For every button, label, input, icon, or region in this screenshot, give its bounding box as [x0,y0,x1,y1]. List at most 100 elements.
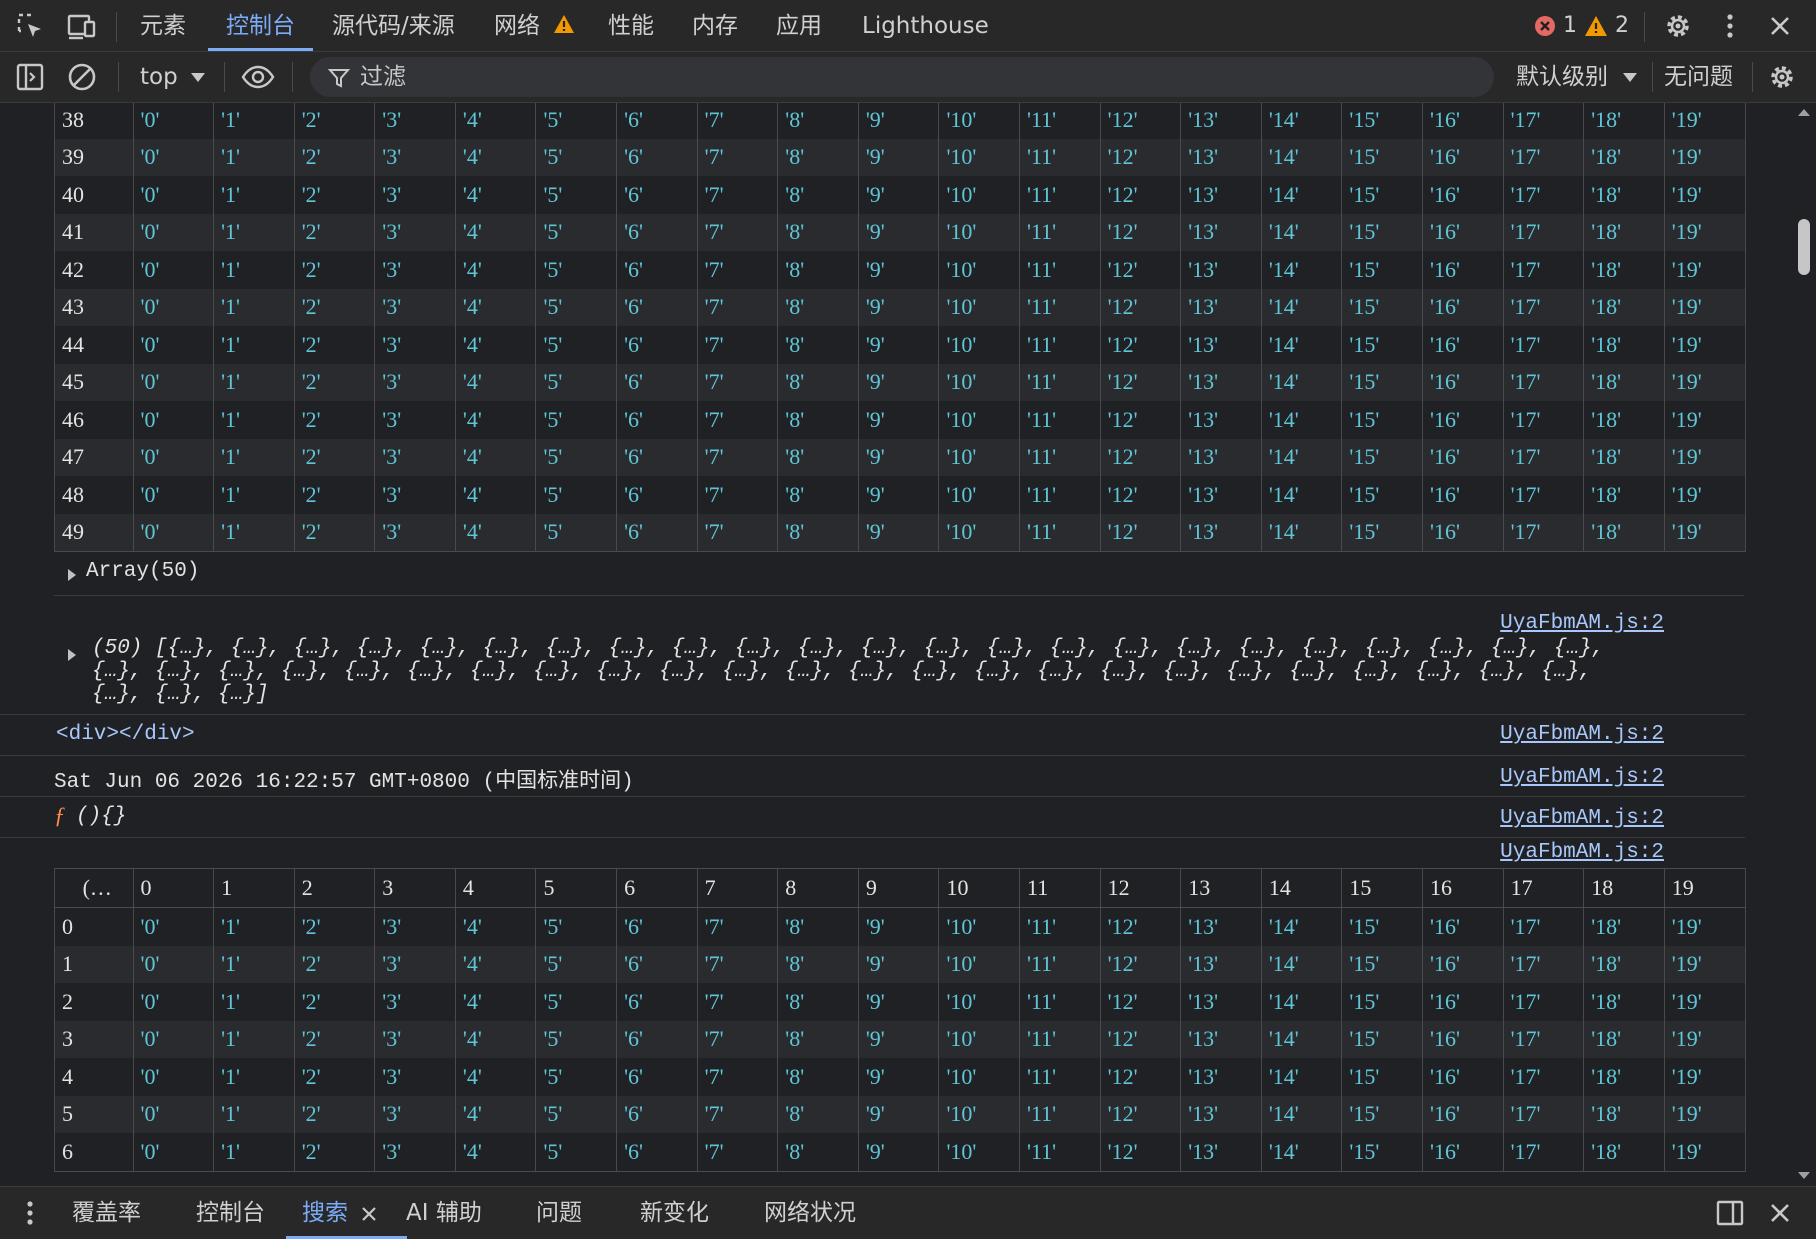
column-header[interactable]: 3 [374,869,456,908]
column-header[interactable]: 18 [1583,869,1665,908]
table-cell: '8' [777,176,859,214]
drawer-tab-coverage[interactable]: 覆盖率 [72,1187,141,1239]
log-levels-dropdown[interactable]: 默认级别 [1516,52,1638,102]
source-link[interactable]: UyaFbmAM.js:2 [1500,807,1664,830]
issues-button[interactable]: 无问题 [1664,52,1733,102]
table-cell: '16' [1422,363,1504,401]
column-header[interactable]: 14 [1261,869,1343,908]
drawer-more-icon[interactable] [12,1195,48,1231]
filter-icon [328,69,350,88]
tab-performance[interactable]: 性能 [608,0,654,51]
column-header[interactable]: 13 [1180,869,1262,908]
table-row: 41'0' '1' '2' '3' '4' '5' '6' '7' '8' '9' '10' '11'… [55,213,1745,251]
scrollbar-thumb[interactable] [1798,219,1810,275]
column-header[interactable]: 0 [133,869,215,908]
scroll-down-icon[interactable] [1797,1171,1811,1181]
scroll-up-icon[interactable] [1797,107,1811,117]
drawer-tab-ai-assistance[interactable]: AI 辅助 [406,1187,482,1239]
table-cell: '8' [777,251,859,289]
settings-gear-icon[interactable] [1660,8,1696,44]
source-link[interactable]: UyaFbmAM.js:2 [1500,766,1664,789]
tab-lighthouse[interactable]: Lighthouse [862,0,989,51]
table-cell: '1' [213,251,295,289]
function-text[interactable]: (){} [76,805,126,828]
source-link[interactable]: UyaFbmAM.js:2 [1500,612,1664,635]
inspect-element-icon[interactable] [12,8,48,44]
table-cell: '12' [1100,983,1182,1021]
drawer-tab-issues[interactable]: 问题 [536,1187,582,1239]
console-table: 38'0' '1' '2' '3' '4' '5' '6' '7' '8' '9' '10' '11'… [54,103,1746,552]
column-header[interactable]: 17 [1503,869,1585,908]
tab-application[interactable]: 应用 [776,0,822,51]
table-cell: '4' [455,983,537,1021]
column-header[interactable]: 4 [455,869,537,908]
filter-input[interactable]: 过滤 [310,57,1494,97]
live-expression-eye-icon[interactable] [240,59,276,95]
table-cell: '5' [535,138,618,176]
table-cell: '11' [1019,513,1101,551]
column-header[interactable]: 1 [213,869,295,908]
console-output[interactable]: 38'0' '1' '2' '3' '4' '5' '6' '7' '8' '9' '10' '11'… [0,103,1816,1186]
table-cell: '3' [374,138,456,176]
scrollbar[interactable] [1790,103,1816,1186]
column-header[interactable]: 16 [1422,869,1504,908]
column-header[interactable]: 6 [616,869,698,908]
drawer-tab-console[interactable]: 控制台 [196,1187,265,1239]
tab-console[interactable]: 控制台 [208,0,313,51]
tab-sources[interactable]: 源代码/来源 [332,0,455,51]
table-cell: '8' [777,513,859,551]
sidebar-toggle-icon[interactable] [12,59,48,95]
more-options-icon[interactable] [1712,8,1748,44]
table-cell: '19' [1671,988,1702,1014]
tab-memory[interactable]: 内存 [692,0,738,51]
drawer-tab-whats-new[interactable]: 新变化 [640,1187,709,1239]
row-index: 44 [55,326,134,364]
column-header[interactable]: 5 [535,869,618,908]
column-header[interactable]: 8 [777,869,859,908]
column-header[interactable]: 2 [294,869,376,908]
column-header[interactable]: 9 [858,869,940,908]
warning-count[interactable]: 2 [1584,0,1629,51]
tab-elements[interactable]: 元素 [140,0,186,51]
table-cell: '19' [1671,1063,1702,1089]
close-tab-icon[interactable] [361,1206,377,1222]
table-cell: '16' [1422,176,1504,214]
dock-side-icon[interactable] [1712,1195,1748,1231]
index-column-header[interactable]: (… [55,869,134,908]
table-cell: '8' [777,1095,859,1133]
column-header[interactable]: 12 [1100,869,1182,908]
close-devtools-icon[interactable] [1762,8,1798,44]
table-cell: '13' [1180,326,1262,364]
dom-node[interactable]: <div></div> [56,723,195,746]
table-cell: '1' [213,476,295,514]
clear-console-icon[interactable] [64,59,100,95]
table-cell: '9' [858,945,940,983]
expand-arrow-icon[interactable] [68,649,76,661]
table-cell: '12' [1100,103,1182,139]
table-cell: '17' [1503,1020,1585,1058]
table-cell: '14' [1261,288,1343,326]
close-drawer-icon[interactable] [1762,1195,1798,1231]
column-header[interactable]: 11 [1019,869,1101,908]
drawer-tab-network-conditions[interactable]: 网络状况 [764,1187,856,1239]
error-count[interactable]: 1 [1534,0,1577,51]
console-settings-gear-icon[interactable] [1764,59,1800,95]
table-cell: '6' [616,513,698,551]
table-cell: '9' [858,103,940,139]
device-toolbar-icon[interactable] [64,8,100,44]
column-header[interactable]: 7 [697,869,779,908]
row-index: 48 [55,476,134,514]
table-row: 5'0' '1' '2' '3' '4' '5' '6' '7' '8' '9' '10' '11' '… [55,1095,1745,1133]
array-label: Array(50) [86,560,200,583]
table-cell: '15' [1341,176,1423,214]
column-header[interactable]: 19 [1664,869,1745,908]
array-row[interactable]: Array(50) [54,555,1744,596]
context-selector[interactable]: top [140,52,206,102]
source-link[interactable]: UyaFbmAM.js:2 [1500,841,1664,864]
source-link[interactable]: UyaFbmAM.js:2 [1500,723,1664,746]
column-header[interactable]: 10 [938,869,1021,908]
tab-network[interactable]: 网络 [494,0,575,51]
table-cell: '12' [1100,945,1182,983]
column-header[interactable]: 15 [1341,869,1423,908]
drawer-tab-search[interactable]: 搜索 [285,1187,408,1239]
